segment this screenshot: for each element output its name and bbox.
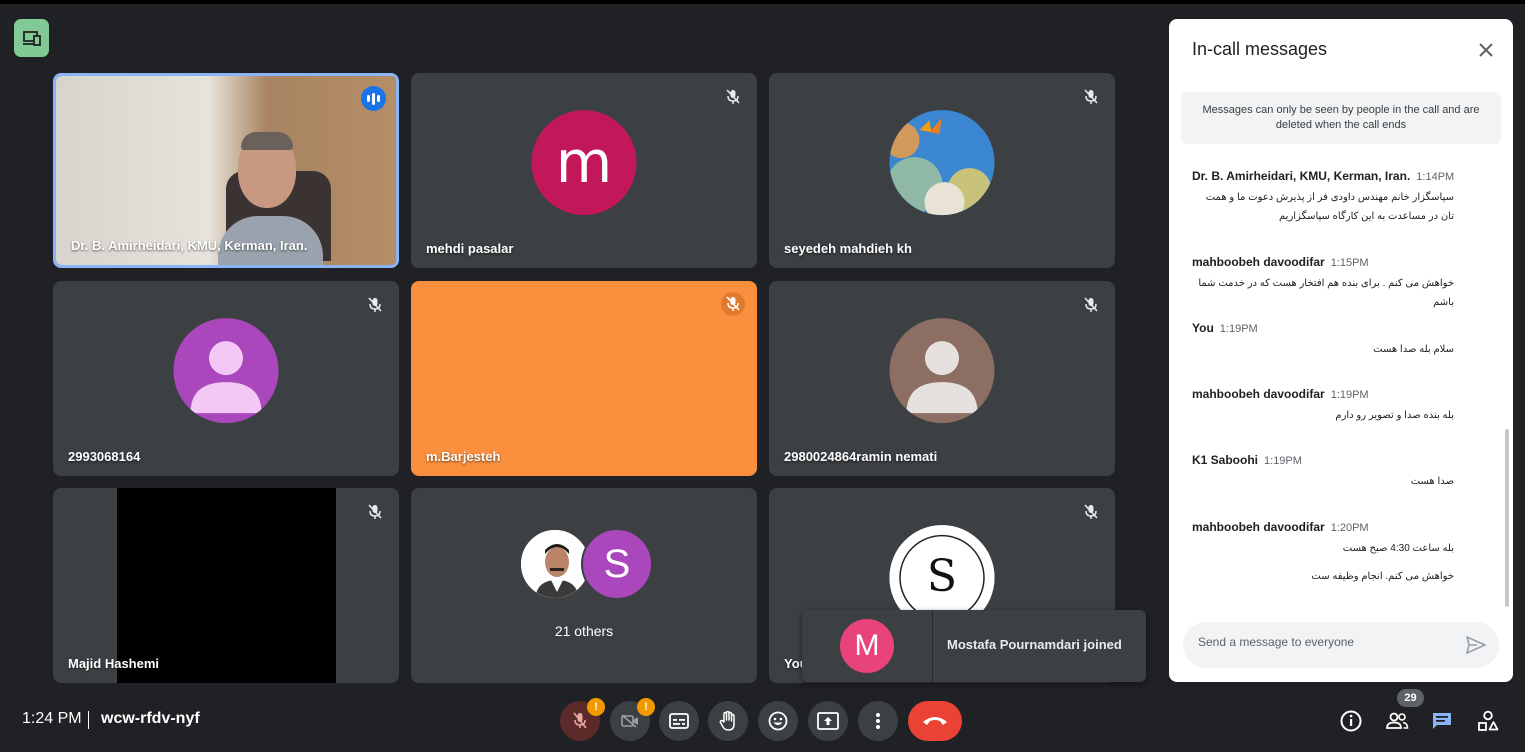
message-header: mahboobeh davoodifar 1:15PM (1192, 255, 1492, 269)
hang-up-button[interactable] (908, 701, 962, 741)
chat-input-wrapper (1183, 622, 1499, 668)
others-tile[interactable]: S 21 others (411, 488, 757, 683)
chat-message: K1 Saboohi 1:19PM صدا هست (1192, 453, 1492, 491)
message-text: خواهش می کنم . برای بنده هم افتخار هست ک… (1198, 278, 1454, 308)
presentation-icon[interactable] (14, 19, 49, 57)
top-edge (0, 0, 1525, 4)
message-sender: mahboobeh davoodifar (1192, 387, 1325, 401)
mic-off-icon (1081, 295, 1101, 315)
message-time: 1:15PM (1330, 257, 1369, 269)
default-avatar-icon (889, 317, 995, 423)
message-time: 1:19PM (1330, 389, 1369, 401)
participant-tile[interactable]: seyedeh mahdieh kh (769, 73, 1115, 268)
message-text: بله بنده صدا و تصویر رو دارم (1335, 410, 1454, 421)
chat-message: You 1:19PM سلام بله صدا هست (1192, 321, 1492, 359)
emoji-button[interactable] (758, 701, 798, 741)
message-header: mahboobeh davoodifar 1:20PM (1192, 520, 1492, 534)
send-icon[interactable] (1465, 634, 1487, 656)
avatar: m (531, 109, 637, 215)
message-sender: Dr. B. Amirheidari, KMU, Kerman, Iran. (1192, 169, 1411, 183)
svg-text:S: S (927, 551, 957, 602)
participant-name: 2980024864ramin nemati (784, 449, 938, 464)
participant-name: m.Barjesteh (426, 449, 501, 464)
message-sender: mahboobeh davoodifar (1192, 520, 1325, 534)
message-time: 1:19PM (1219, 323, 1258, 335)
avatar-letter: m (555, 128, 613, 197)
participant-tile[interactable]: m.Barjesteh (411, 281, 757, 476)
message-sender: You (1192, 321, 1214, 335)
message-text: صدا هست (1410, 476, 1454, 487)
chat-panel-title: In-call messages (1192, 39, 1328, 59)
participant-tile[interactable]: m mehdi pasalar (411, 73, 757, 268)
participant-count-badge: 29 (1397, 689, 1424, 707)
mic-off-icon (723, 87, 743, 107)
captions-button[interactable] (659, 701, 699, 741)
warning-icon: ! (587, 698, 605, 716)
participant-tile[interactable]: 2980024864ramin nemati (769, 281, 1115, 476)
raise-hand-button[interactable] (708, 701, 748, 741)
mic-toggle-button[interactable]: ! (560, 698, 605, 741)
message-header: K1 Saboohi 1:19PM (1192, 453, 1492, 467)
message-text: سلام بله صدا هست (1373, 344, 1454, 355)
video-feed (117, 488, 336, 683)
divider (88, 711, 89, 729)
message-text: خواهش می کنم. انجام وظیفه ست (1311, 571, 1454, 582)
default-avatar-icon (173, 317, 279, 423)
chat-message: mahboobeh davoodifar 1:20PM بله ساعت 4:30… (1192, 520, 1492, 586)
others-avatars: S (519, 528, 654, 600)
message-sender: K1 Saboohi (1192, 453, 1259, 467)
chat-icon[interactable] (1428, 707, 1456, 735)
mic-off-icon (721, 292, 745, 316)
present-screen-button[interactable] (808, 701, 848, 741)
chat-message: Dr. B. Amirheidari, KMU, Kerman, Iran. 1:… (1192, 169, 1492, 226)
chat-panel: In-call messages Messages can only be se… (1169, 19, 1513, 682)
meeting-code: wcw-rfdv-nyf (101, 710, 200, 727)
close-icon[interactable] (1475, 39, 1497, 61)
meeting-time: 1:24 PM (22, 710, 82, 727)
join-notification-text: Mostafa Pournamdari joined (947, 637, 1122, 652)
chat-message: mahboobeh davoodifar 1:19PM بله بنده صدا … (1192, 387, 1492, 425)
speaking-indicator-icon (361, 86, 386, 111)
more-options-button[interactable] (858, 701, 898, 741)
mic-off-icon (1081, 87, 1101, 107)
hair (241, 132, 293, 150)
chat-notice: Messages can only be seen by people in t… (1181, 92, 1501, 144)
chat-message-input[interactable] (1198, 635, 1448, 649)
participant-tile[interactable]: Majid Hashemi (53, 488, 399, 683)
avatar-letter: S (603, 541, 631, 586)
message-header: mahboobeh davoodifar 1:19PM (1192, 387, 1492, 401)
join-notification: M Mostafa Pournamdari joined (802, 610, 1146, 682)
message-time: 1:19PM (1264, 455, 1302, 467)
participant-tile[interactable]: 2993068164 (53, 281, 399, 476)
people-icon[interactable] (1383, 707, 1411, 735)
chat-message: mahboobeh davoodifar 1:15PM خواهش می کنم … (1192, 255, 1492, 312)
mic-off-icon (1081, 502, 1101, 522)
others-count-label: 21 others (554, 623, 614, 639)
participant-name: mehdi pasalar (426, 241, 514, 256)
camera-toggle-button[interactable]: ! (610, 698, 655, 741)
warning-icon: ! (637, 698, 655, 716)
message-header: Dr. B. Amirheidari, KMU, Kerman, Iran. 1:… (1192, 169, 1492, 183)
participant-name: seyedeh mahdieh kh (784, 241, 912, 256)
participant-tile-video[interactable]: Dr. B. Amirheidari, KMU, Kerman, Iran. (53, 73, 399, 268)
message-text: سپاسگزار خانم مهندس داودی فر از پذیرش دع… (1205, 192, 1454, 222)
participant-name: 2993068164 (68, 449, 141, 464)
divider (932, 610, 933, 682)
avatar-photo (889, 109, 995, 215)
message-time: 1:14PM (1416, 171, 1455, 183)
participant-name: Dr. B. Amirheidari, KMU, Kerman, Iran. (71, 238, 308, 253)
mic-off-icon (365, 295, 385, 315)
chat-scrollbar[interactable] (1505, 429, 1509, 607)
activities-icon[interactable] (1474, 707, 1502, 735)
message-text: بله ساعت 4:30 صبح هست (1342, 543, 1454, 554)
message-time: 1:20PM (1330, 522, 1369, 534)
participant-name: Majid Hashemi (68, 656, 160, 671)
avatar: M (840, 619, 894, 673)
meeting-details-icon[interactable] (1337, 707, 1365, 735)
avatar: S (581, 528, 653, 600)
message-sender: mahboobeh davoodifar (1192, 255, 1325, 269)
message-header: You 1:19PM (1192, 321, 1492, 335)
mic-off-icon (365, 502, 385, 522)
avatar-letter: M (854, 629, 880, 662)
